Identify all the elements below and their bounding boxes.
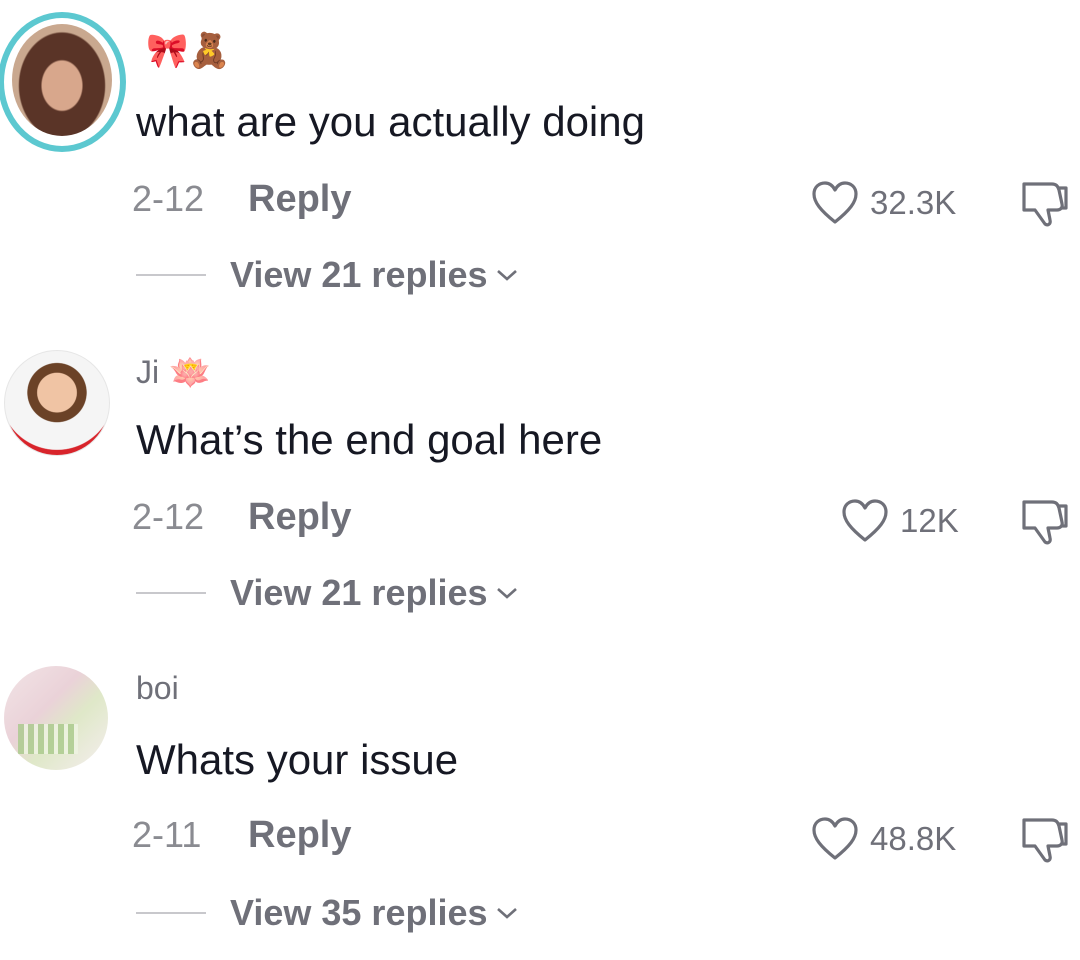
chevron-down-icon <box>496 270 517 281</box>
comment-meta: 2-11 Reply <box>132 814 351 857</box>
comment-item: 🎀🧸 what are you actually doing 2-12 Repl… <box>0 0 1080 320</box>
comment-item: boi Whats your issue 2-11 Reply 48.8K Vi… <box>0 640 1080 960</box>
comment-username[interactable]: boi <box>136 670 189 707</box>
reply-button[interactable]: Reply <box>248 178 351 221</box>
chevron-down-icon <box>496 908 517 919</box>
avatar[interactable] <box>4 666 108 770</box>
heart-outline-icon <box>812 817 858 860</box>
comment-text: what are you actually doing <box>136 98 645 145</box>
like-count: 48.8K <box>870 820 957 857</box>
like-button[interactable]: 32.3K <box>810 180 956 226</box>
comment-date: 2-12 <box>132 496 205 537</box>
comment-meta: 2-12 Reply <box>132 178 351 221</box>
view-replies-button[interactable]: View 21 replies <box>136 572 520 614</box>
like-count: 12K <box>900 502 959 539</box>
thumbs-down-outline-icon[interactable] <box>1018 814 1072 864</box>
heart-outline-icon <box>812 181 858 224</box>
username-text: Ji <box>136 354 160 390</box>
comment-date: 2-11 <box>132 814 202 855</box>
comment-username[interactable]: 🎀🧸 <box>136 34 231 68</box>
reply-button[interactable]: Reply <box>248 496 351 539</box>
comment-username[interactable]: Ji 🪷 <box>136 354 211 391</box>
avatar[interactable] <box>4 350 110 456</box>
comment-item: Ji 🪷 What’s the end goal here 2-12 Reply… <box>0 320 1080 640</box>
chevron-down-icon <box>496 588 517 599</box>
view-replies-button[interactable]: View 35 replies <box>136 892 520 934</box>
view-replies-label: View 35 replies <box>230 892 488 933</box>
comment-text: What’s the end goal here <box>136 416 603 463</box>
like-button[interactable]: 12K <box>840 498 959 544</box>
thumbs-down-outline-icon[interactable] <box>1018 178 1072 228</box>
view-replies-label: View 21 replies <box>230 572 488 613</box>
comment-text: Whats your issue <box>136 736 459 783</box>
like-count: 32.3K <box>870 184 957 221</box>
username-emoji: 🎀🧸 <box>146 32 231 70</box>
heart-outline-icon <box>842 499 888 542</box>
divider-line <box>136 912 206 914</box>
like-button[interactable]: 48.8K <box>810 816 956 862</box>
divider-line <box>136 274 206 276</box>
avatar[interactable] <box>12 24 112 136</box>
reply-button[interactable]: Reply <box>248 814 351 857</box>
comment-meta: 2-12 Reply <box>132 496 351 539</box>
divider-line <box>136 592 206 594</box>
username-emoji: 🪷 <box>169 353 212 392</box>
comment-date: 2-12 <box>132 178 205 219</box>
username-text: boi <box>136 670 179 706</box>
view-replies-label: View 21 replies <box>230 254 488 295</box>
thumbs-down-outline-icon[interactable] <box>1018 496 1072 546</box>
view-replies-button[interactable]: View 21 replies <box>136 254 520 296</box>
